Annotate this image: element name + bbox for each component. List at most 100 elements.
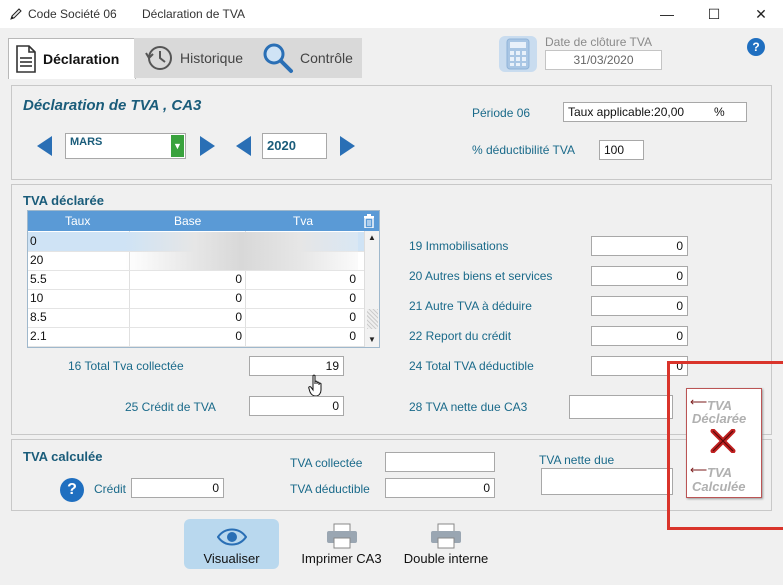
- printer-icon: [326, 523, 357, 549]
- tva-table[interactable]: Taux Base Tva 0 20 5.5 0 0 10 0 0 8.5 0 …: [27, 210, 380, 348]
- table-row[interactable]: 5.5 0 0: [28, 270, 364, 290]
- cell-base: 0: [235, 329, 242, 343]
- declared-title: TVA déclarée: [23, 193, 104, 208]
- report-credit-field[interactable]: 0: [591, 326, 688, 346]
- cell-tva: 0: [349, 310, 356, 324]
- tab-historique[interactable]: Historique: [134, 38, 254, 78]
- closing-date-label: Date de clôture TVA: [545, 35, 652, 49]
- closing-date-field[interactable]: 31/03/2020: [545, 50, 662, 70]
- transfer-line2: Déclarée: [692, 411, 747, 426]
- cell-tva: 0: [349, 291, 356, 305]
- rate-field[interactable]: Taux applicable:20,00 %: [563, 102, 747, 122]
- net-due-ca3-label: 28 TVA nette due CA3: [409, 400, 528, 414]
- app-title: Code Société 06: [28, 7, 117, 21]
- net-due-ca3-field[interactable]: [569, 395, 673, 419]
- tab-declaration[interactable]: Déclaration: [8, 38, 136, 79]
- blurred-region: [125, 232, 358, 270]
- calc-credit-field[interactable]: 0: [131, 478, 224, 498]
- calc-net-due-label: TVA nette due: [539, 453, 615, 467]
- transfer-line4: Calculée: [692, 479, 746, 494]
- double-interne-label: Double interne: [403, 551, 489, 566]
- table-scrollbar[interactable]: ▲ ▼: [364, 231, 379, 347]
- transfer-line3: TVA: [707, 465, 733, 480]
- calc-deductible-label: TVA déductible: [290, 482, 370, 496]
- prev-year-arrow-icon[interactable]: [236, 136, 251, 156]
- clock-history-icon: [145, 46, 172, 70]
- cell-taux: 5.5: [30, 272, 47, 286]
- magnifier-icon: [263, 43, 293, 73]
- pencil-icon: [10, 8, 22, 20]
- deductibility-field[interactable]: 100: [599, 140, 644, 160]
- scroll-down-icon[interactable]: ▼: [368, 335, 376, 344]
- maximize-button[interactable]: ☐: [692, 0, 736, 28]
- prev-month-arrow-icon[interactable]: [37, 136, 52, 156]
- arrow-left-icon: ⟵: [690, 463, 708, 477]
- rate-unit: %: [714, 105, 725, 119]
- visualiser-label: Visualiser: [203, 551, 260, 566]
- calc-collected-field[interactable]: [385, 452, 495, 472]
- eye-icon: [216, 528, 247, 546]
- calc-deductible-field[interactable]: 0: [385, 478, 495, 498]
- month-select[interactable]: MARS ▼: [65, 133, 186, 159]
- double-interne-button[interactable]: Double interne: [396, 519, 496, 569]
- cell-base: 0: [235, 310, 242, 324]
- cell-tva: 0: [349, 329, 356, 343]
- report-credit-label: 22 Report du crédit: [409, 329, 512, 343]
- immobilisations-label: 19 Immobilisations: [409, 239, 509, 253]
- chevron-down-icon[interactable]: ▼: [171, 135, 184, 157]
- title-bar: Code Société 06 Déclaration de TVA — ☐ ✕: [0, 0, 783, 28]
- declaration-title: Déclaration de TVA , CA3: [23, 97, 202, 114]
- tab-historique-label: Historique: [180, 50, 244, 66]
- cell-taux: 20: [30, 253, 44, 267]
- cell-taux: 10: [30, 291, 44, 305]
- trash-icon[interactable]: [363, 214, 375, 228]
- calculator-icon: [499, 36, 537, 72]
- tab-declaration-label: Déclaration: [43, 51, 120, 67]
- autre-tva-field[interactable]: 0: [591, 296, 688, 316]
- total-collected-field[interactable]: 19: [249, 356, 344, 376]
- tva-table-header: Taux Base Tva: [28, 211, 379, 231]
- visualiser-button[interactable]: Visualiser: [184, 519, 279, 569]
- table-row[interactable]: 2.1 0 0: [28, 327, 364, 347]
- calc-credit-label: Crédit: [94, 482, 127, 496]
- total-deductible-label: 24 Total TVA déductible: [409, 359, 534, 373]
- table-row[interactable]: 8.5 0 0: [28, 308, 364, 328]
- scroll-up-icon[interactable]: ▲: [368, 233, 376, 242]
- rate-value: Taux applicable:20,00: [568, 105, 685, 119]
- close-button[interactable]: ✕: [739, 0, 783, 28]
- cell-base: 0: [235, 272, 242, 286]
- hand-cursor-icon: [308, 374, 322, 397]
- calculated-title: TVA calculée: [23, 449, 103, 464]
- column-header-tva: Tva: [293, 214, 314, 228]
- immobilisations-field[interactable]: 0: [591, 236, 688, 256]
- cell-base: 0: [235, 291, 242, 305]
- autres-biens-field[interactable]: 0: [591, 266, 688, 286]
- calc-collected-label: TVA collectée: [290, 456, 363, 470]
- credit-tva-label: 25 Crédit de TVA: [125, 400, 216, 414]
- table-row[interactable]: 10 0 0: [28, 289, 364, 309]
- next-year-arrow-icon[interactable]: [340, 136, 355, 156]
- printer-icon: [431, 523, 461, 549]
- cell-taux: 0: [30, 234, 37, 248]
- minimize-button[interactable]: —: [645, 0, 689, 28]
- month-value: MARS: [70, 136, 103, 148]
- total-collected-label: 16 Total Tva collectée: [68, 359, 184, 373]
- tab-controle[interactable]: Contrôle: [254, 38, 362, 78]
- help-question-icon[interactable]: ?: [60, 478, 84, 502]
- tab-controle-label: Contrôle: [300, 50, 353, 66]
- calc-net-due-field[interactable]: [541, 468, 673, 495]
- cell-tva: 0: [349, 272, 356, 286]
- scroll-thumb[interactable]: [367, 309, 378, 329]
- help-icon[interactable]: ?: [747, 38, 765, 56]
- next-month-arrow-icon[interactable]: [200, 136, 215, 156]
- cell-taux: 8.5: [30, 310, 47, 324]
- imprimer-ca3-button[interactable]: Imprimer CA3: [295, 519, 388, 569]
- arrow-left-icon: ⟵: [690, 395, 708, 409]
- year-field[interactable]: 2020: [262, 133, 327, 159]
- period-label: Période 06: [472, 106, 531, 120]
- autres-biens-label: 20 Autres biens et services: [409, 269, 553, 283]
- credit-tva-field[interactable]: 0: [249, 396, 344, 416]
- transfer-button[interactable]: ⟵ TVA Déclarée ⟵ TVA Calculée: [686, 388, 762, 498]
- column-header-taux: Taux: [65, 214, 91, 228]
- deductibility-label: % déductibilité TVA: [472, 143, 575, 157]
